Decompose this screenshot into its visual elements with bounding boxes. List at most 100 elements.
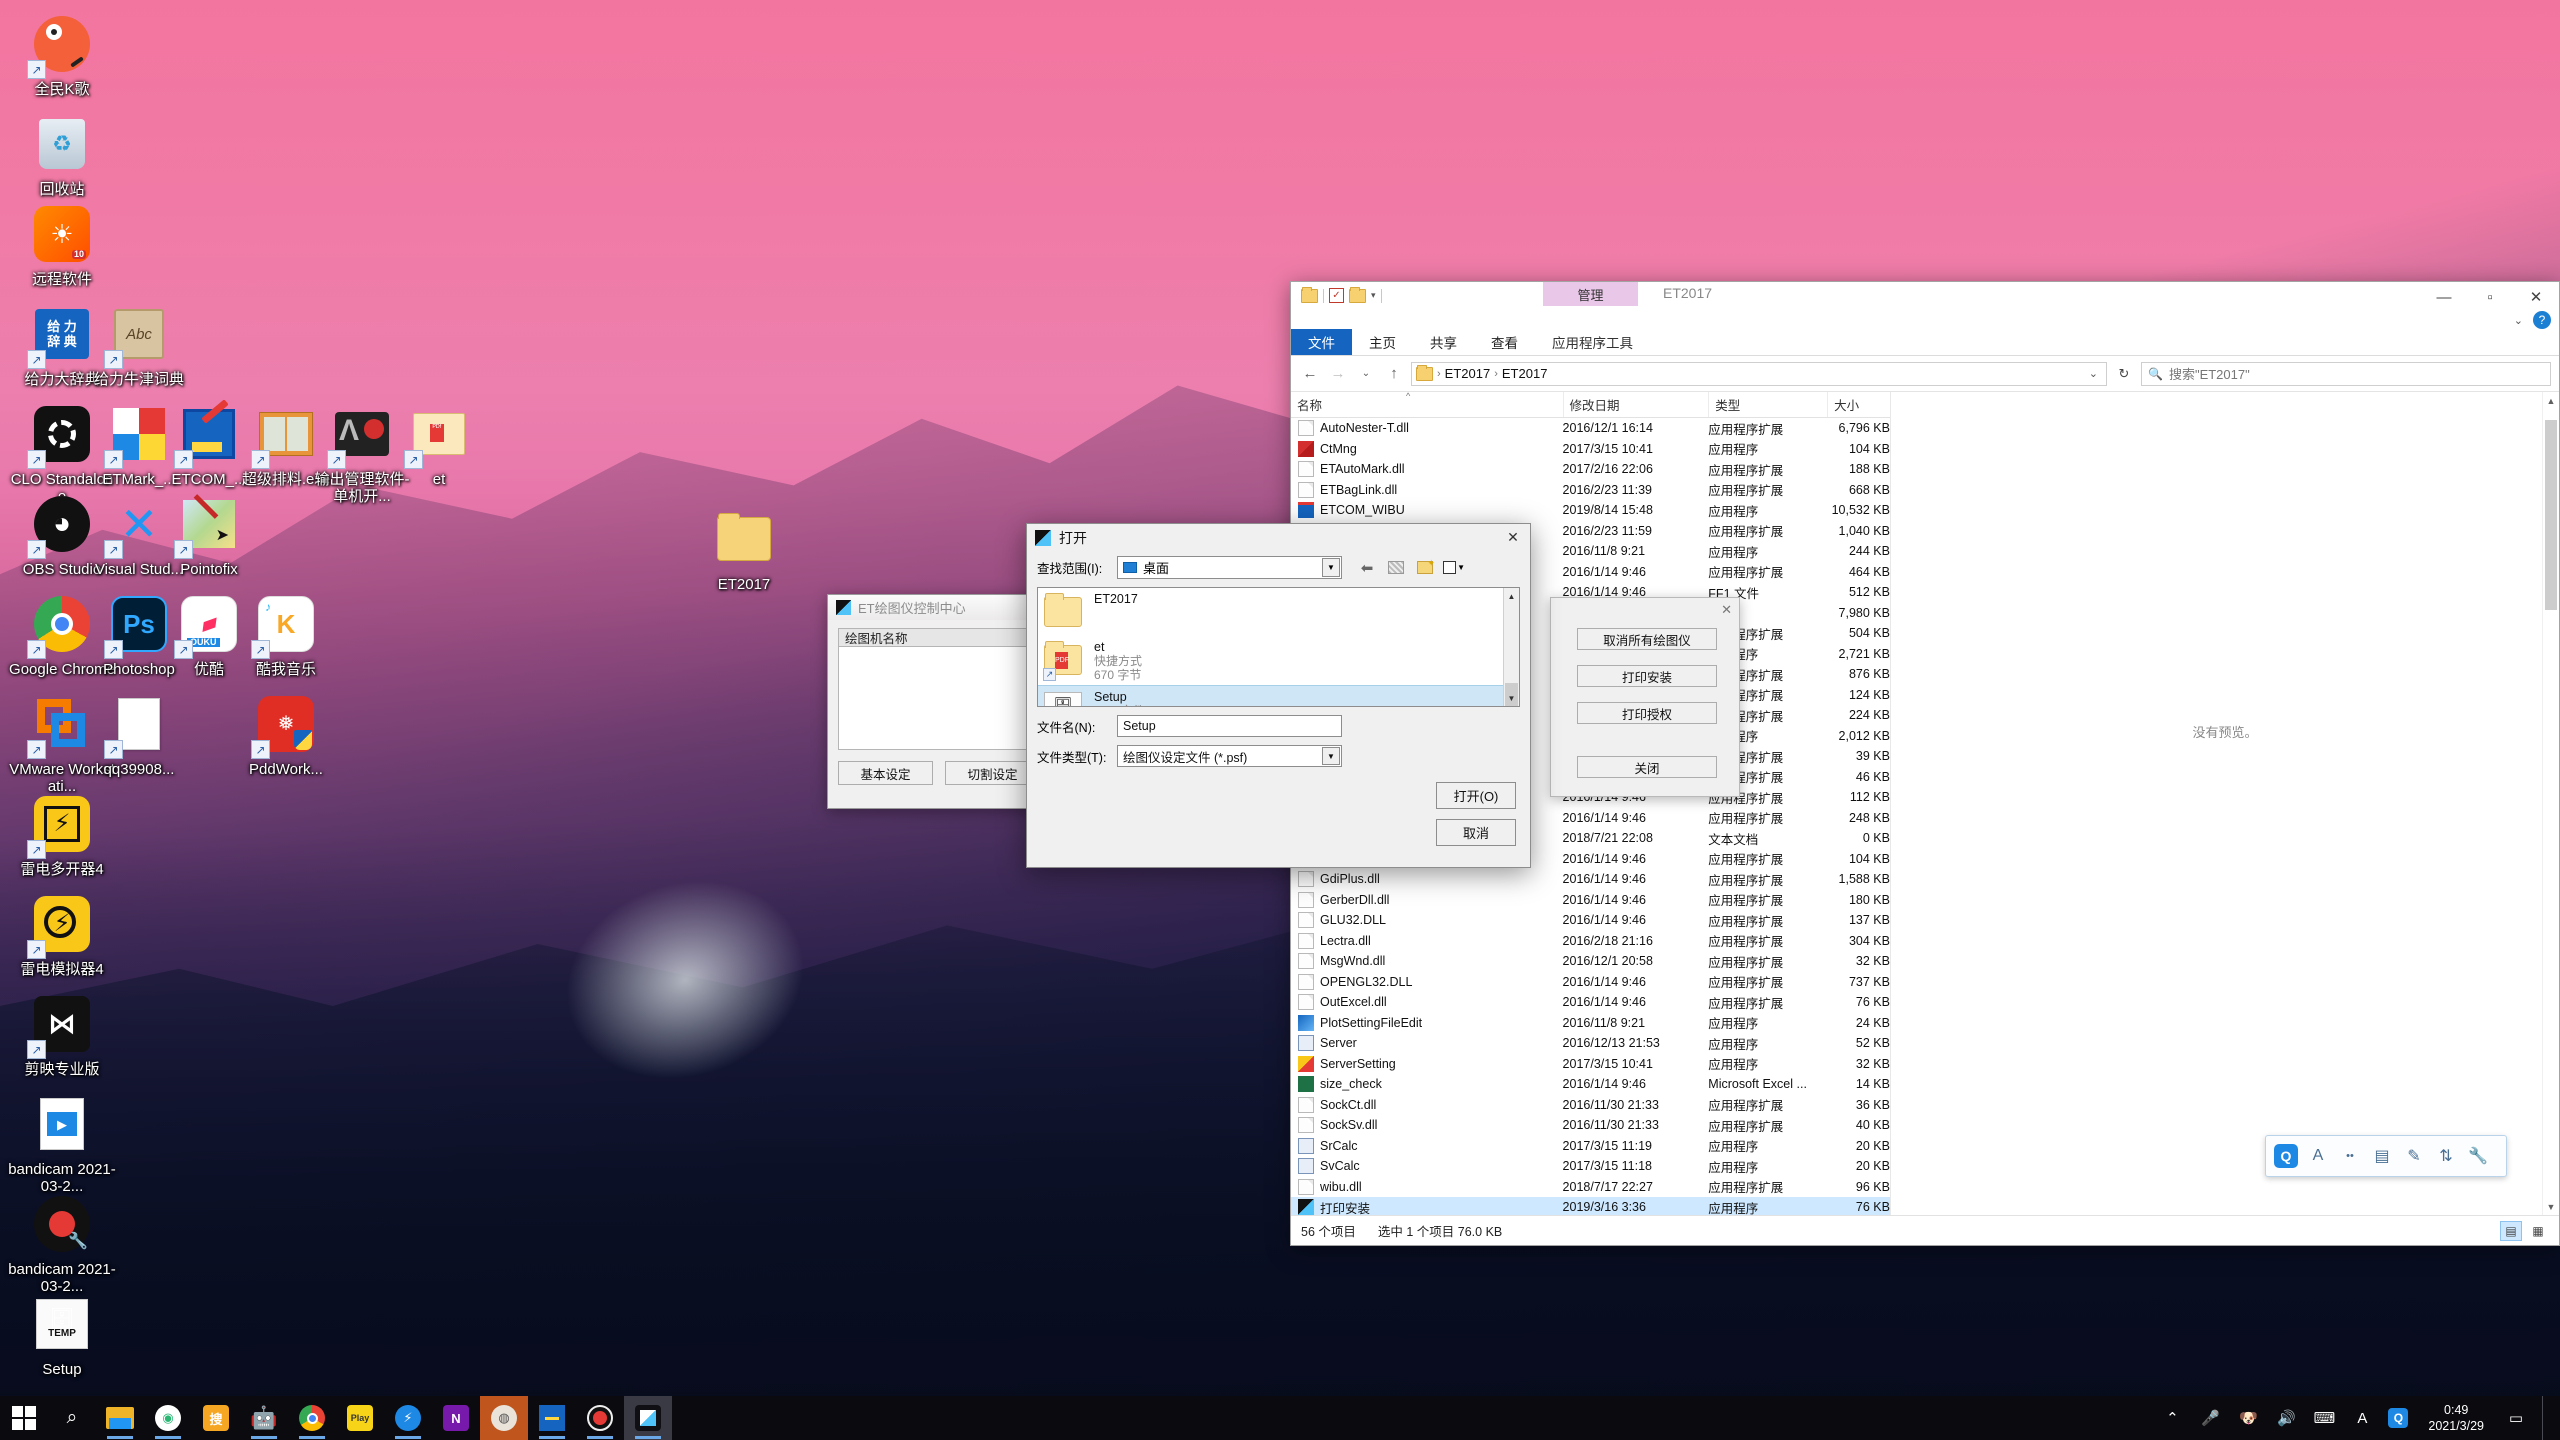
column-type[interactable]: 类型: [1708, 392, 1827, 417]
file-name-cell[interactable]: OutExcel.dll: [1291, 994, 1563, 1010]
edit-icon[interactable]: ✎: [2402, 1144, 2426, 1168]
cancel-all-plotters-button[interactable]: 取消所有绘图仪: [1577, 628, 1717, 650]
file-name-cell[interactable]: Server: [1291, 1035, 1563, 1051]
refresh-button[interactable]: ↻: [2113, 362, 2135, 386]
file-name-cell[interactable]: AutoNester-T.dll: [1291, 420, 1563, 436]
file-name-cell[interactable]: OPENGL32.DLL: [1291, 974, 1563, 990]
table-row[interactable]: OutExcel.dll2016/1/14 9:46应用程序扩展76 KB: [1291, 992, 1890, 1013]
file-name-cell[interactable]: 打印安装: [1291, 1198, 1563, 1217]
table-row[interactable]: size_check2016/1/14 9:46Microsoft Excel …: [1291, 1074, 1890, 1095]
print-license-button[interactable]: 打印授权: [1577, 702, 1717, 724]
window-controls[interactable]: — ▫ ✕: [2421, 282, 2559, 312]
contextual-tab-header[interactable]: 管理: [1543, 282, 1638, 306]
taskbar-sogou-input[interactable]: 搜: [192, 1396, 240, 1440]
table-row[interactable]: ETCOM_WIBU2019/8/14 15:48应用程序10,532 KB: [1291, 500, 1890, 521]
table-row[interactable]: ETBagLink.dll2016/2/23 11:39应用程序扩展668 KB: [1291, 480, 1890, 501]
desktop-icon-21[interactable]: ⚡↗雷电多开器4: [8, 790, 116, 878]
system-tray[interactable]: ⌃ 🎤 🐶 🔊 ⌨ A Q 0:49 2021/3/29 ▭: [2160, 1396, 2560, 1440]
taskbar-et-plotter[interactable]: [624, 1396, 672, 1440]
up-folder-icon[interactable]: [1385, 558, 1407, 578]
ribbon-help-group[interactable]: ⌄ ?: [2514, 311, 2551, 329]
breadcrumb-item-1[interactable]: ET2017: [1502, 366, 1548, 381]
column-size[interactable]: 大小: [1827, 392, 1890, 417]
file-name-cell[interactable]: SockCt.dll: [1291, 1097, 1563, 1113]
close-button[interactable]: ✕: [2513, 282, 2559, 312]
desktop-icon-20[interactable]: ❅↗PddWork...: [232, 690, 340, 778]
file-name-cell[interactable]: ServerSetting: [1291, 1056, 1563, 1072]
file-name-cell[interactable]: SvCalc: [1291, 1158, 1563, 1174]
tab-home[interactable]: 主页: [1352, 329, 1413, 355]
scrollbar-thumb[interactable]: [2545, 420, 2557, 610]
explorer-title-bar[interactable]: ✓ ▾ 管理 ET2017 — ▫ ✕: [1291, 282, 2559, 329]
file-name-cell[interactable]: ETAutoMark.dll: [1291, 461, 1563, 477]
table-row[interactable]: ETAutoMark.dll2017/2/16 22:06应用程序扩展188 K…: [1291, 459, 1890, 480]
dialog-list-scrollbar[interactable]: ▲ ▼: [1503, 588, 1519, 706]
chevron-down-icon[interactable]: ▼: [1322, 558, 1340, 577]
table-row[interactable]: GLU32.DLL2016/1/14 9:46应用程序扩展137 KB: [1291, 910, 1890, 931]
desktop-icon-2[interactable]: ☀10远程软件: [8, 200, 116, 288]
views-icon[interactable]: ▼: [1443, 558, 1465, 578]
explorer-ribbon-tabs[interactable]: 文件 主页 共享 查看 应用程序工具 ⌄ ?: [1291, 329, 2559, 356]
table-row[interactable]: ServerSetting2017/3/15 10:41应用程序32 KB: [1291, 1054, 1890, 1075]
desktop-icon-17[interactable]: K♪↗酷我音乐: [232, 590, 340, 678]
table-row[interactable]: SockCt.dll2016/11/30 21:33应用程序扩展36 KB: [1291, 1095, 1890, 1116]
file-name-cell[interactable]: ETBagLink.dll: [1291, 482, 1563, 498]
dialog-items[interactable]: ET2017PDF↗et快捷方式670 字节🗄TEMPSetupPSF 文件46…: [1038, 588, 1519, 707]
taskbar-chrome[interactable]: [288, 1396, 336, 1440]
microphone-icon[interactable]: 🎤: [2198, 1403, 2222, 1433]
dialog-toolbar[interactable]: ⬅ ✦ ▼: [1356, 558, 1465, 578]
look-in-row[interactable]: 查找范围(I): 桌面 ▼ ⬅ ✦ ▼: [1027, 552, 1530, 579]
note-icon[interactable]: ▤: [2370, 1144, 2394, 1168]
taskbar-thunder[interactable]: ⚡: [384, 1396, 432, 1440]
taskbar-onenote[interactable]: N: [432, 1396, 480, 1440]
file-name-cell[interactable]: GdiPlus.dll: [1291, 871, 1563, 887]
explorer-vertical-scrollbar[interactable]: ▲ ▼: [2542, 392, 2559, 1215]
table-row[interactable]: CtMng2017/3/15 10:41应用程序104 KB: [1291, 439, 1890, 460]
desktop-icon-27[interactable]: ET2017: [690, 505, 798, 593]
column-date[interactable]: 修改日期: [1563, 392, 1709, 417]
desktop-icon-1[interactable]: ♻回收站: [8, 110, 116, 198]
close-icon[interactable]: ✕: [1502, 527, 1524, 547]
file-name-cell[interactable]: CtMng: [1291, 441, 1563, 457]
text-icon[interactable]: A: [2306, 1144, 2330, 1168]
taskbar-clo-app[interactable]: ◍: [480, 1396, 528, 1440]
qq-capture-icon[interactable]: Q: [2274, 1144, 2298, 1168]
table-row[interactable]: GdiPlus.dll2016/1/14 9:46应用程序扩展1,588 KB: [1291, 869, 1890, 890]
filename-input[interactable]: Setup: [1117, 715, 1342, 737]
file-name-cell[interactable]: GLU32.DLL: [1291, 912, 1563, 928]
back-button[interactable]: ←: [1299, 363, 1321, 385]
file-name-cell[interactable]: GerberDll.dll: [1291, 892, 1563, 908]
dialog-list-item[interactable]: ET2017: [1038, 588, 1519, 636]
large-icons-view-button[interactable]: ▦: [2527, 1221, 2549, 1241]
filetype-row[interactable]: 文件类型(T): 绘图仪设定文件 (*.psf) ▼: [1027, 737, 1530, 767]
chevron-down-icon[interactable]: ▾: [1371, 290, 1376, 301]
taskbar-clock[interactable]: 0:49 2021/3/29: [2422, 1402, 2490, 1434]
close-icon[interactable]: ✕: [1721, 602, 1732, 618]
file-name-cell[interactable]: SrCalc: [1291, 1138, 1563, 1154]
explorer-address-bar[interactable]: ← → ⌄ ↑ › ET2017 › ET2017 ⌄ ↻ 🔍 搜索"ET201…: [1291, 356, 2559, 392]
taskbar-bandicam-rec[interactable]: [576, 1396, 624, 1440]
filetype-combobox[interactable]: 绘图仪设定文件 (*.psf) ▼: [1117, 745, 1342, 767]
taskbar[interactable]: ⌕◉搜🤖Play⚡N◍ ⌃ 🎤 🐶 🔊 ⌨ A Q 0:49 2021/3/29…: [0, 1396, 2560, 1440]
quick-access-toolbar[interactable]: ✓ ▾: [1301, 288, 1382, 303]
breadcrumb[interactable]: › ET2017 › ET2017 ⌄: [1411, 362, 2107, 386]
column-name[interactable]: 名称: [1291, 392, 1563, 417]
chevron-down-icon[interactable]: ▼: [1322, 747, 1340, 765]
view-mode-buttons[interactable]: ▤ ▦: [2500, 1221, 2549, 1241]
scroll-down-arrow-icon[interactable]: ▼: [1504, 690, 1519, 706]
sogou-icon[interactable]: 🐶: [2236, 1403, 2260, 1433]
keyboard-icon[interactable]: ⌨: [2312, 1403, 2336, 1433]
file-name-cell[interactable]: MsgWnd.dll: [1291, 953, 1563, 969]
desktop-icon-23[interactable]: ⋈↗剪映专业版: [8, 990, 116, 1078]
tab-application-tools[interactable]: 应用程序工具: [1535, 329, 1650, 355]
tab-share[interactable]: 共享: [1413, 329, 1474, 355]
minimize-button[interactable]: —: [2421, 282, 2467, 312]
translate-icon[interactable]: ⇅: [2434, 1144, 2458, 1168]
check-icon[interactable]: ✓: [1329, 288, 1344, 303]
wrench-icon[interactable]: 🔧: [2466, 1144, 2490, 1168]
filename-row[interactable]: 文件名(N): Setup: [1027, 707, 1530, 737]
table-row[interactable]: Lectra.dll2016/2/18 21:16应用程序扩展304 KB: [1291, 931, 1890, 952]
table-row[interactable]: Server2016/12/13 21:53应用程序52 KB: [1291, 1033, 1890, 1054]
desktop-icon-24[interactable]: ▶bandicam 2021-03-2...: [8, 1090, 116, 1195]
taskbar-start-button[interactable]: [0, 1396, 48, 1440]
